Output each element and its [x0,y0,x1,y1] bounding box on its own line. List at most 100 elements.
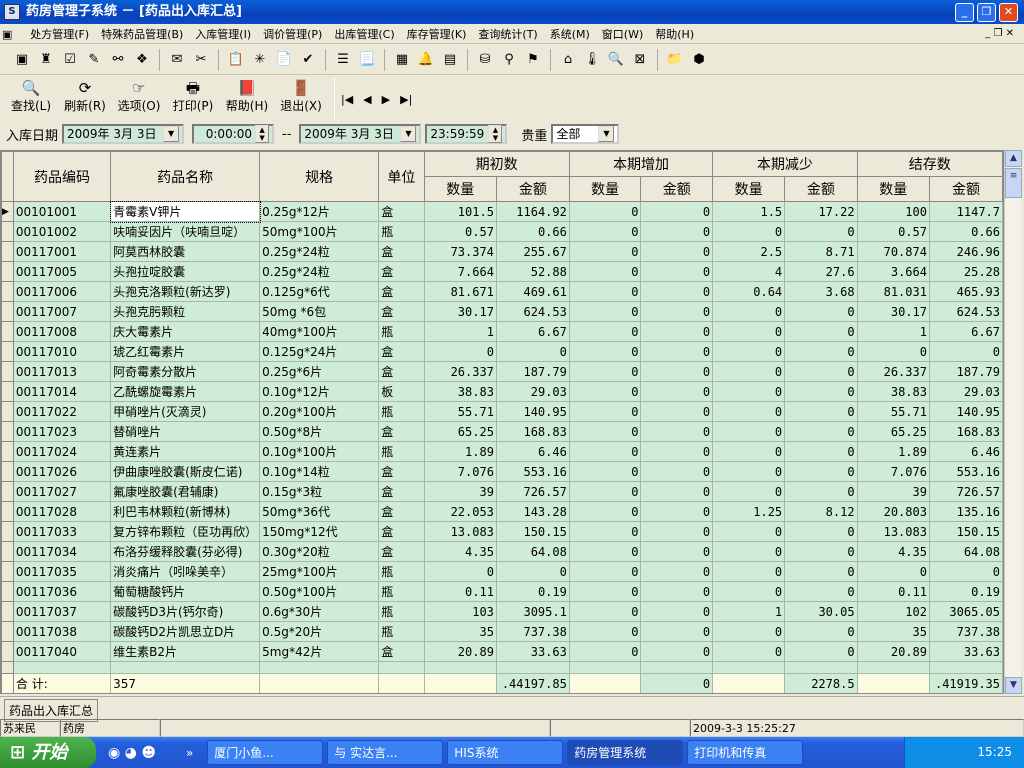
cell-add-amt[interactable]: 0 [640,301,714,322]
toolbar-button-icon[interactable]: ⛁ [475,50,495,70]
cell-unit[interactable]: 瓶 [378,221,425,242]
cell-unit[interactable]: 盒 [378,301,425,322]
toolbar-button-icon[interactable]: ⊠ [630,50,650,70]
spin-icon[interactable]: ▲ ▼ [488,125,503,143]
cell-sub-amt[interactable]: 0 [784,641,858,662]
toolbar-button-icon[interactable]: 🌡 [582,50,602,70]
cell-begin-qty[interactable]: 35 [423,621,497,642]
cell-begin-amt[interactable]: 1164.92 [495,201,570,222]
cell-sub-qty[interactable]: 0 [712,321,786,342]
scroll-down-icon[interactable]: ▼ [1005,677,1022,694]
cell-add-qty[interactable]: 0 [568,421,642,442]
cell-sub-amt[interactable]: 0 [784,441,858,462]
cell-add-amt[interactable]: 0 [640,201,714,222]
minimize-button[interactable]: _ [955,3,974,22]
cell-end-qty[interactable]: 35 [856,621,930,642]
row-indicator[interactable]: ▶ [1,201,14,222]
menu-item[interactable]: 查询统计(T) [472,25,543,45]
cell-add-amt[interactable]: 0 [640,481,714,502]
cell-begin-amt[interactable]: 150.15 [495,521,570,542]
row-indicator[interactable] [1,361,14,382]
cell-add-qty[interactable]: 0 [568,601,642,622]
cell-begin-qty[interactable]: 73.374 [423,241,497,262]
mdi-icon[interactable]: ▣ [0,25,14,45]
cell-begin-qty[interactable]: 103 [423,601,497,622]
menu-item[interactable]: 窗口(W) [596,25,649,45]
cell-add-amt[interactable]: 0 [640,621,714,642]
cell-spec[interactable]: 0.50g*8片 [259,421,380,442]
cell-end-qty[interactable]: 13.083 [856,521,930,542]
row-indicator[interactable] [1,241,14,262]
cell-name[interactable]: 庆大霉素片 [110,321,261,342]
cell-sub-qty[interactable]: 0 [712,361,786,382]
cell-code[interactable]: 00117035 [12,561,112,582]
dropdown-arrow-icon[interactable]: ▼ [163,126,180,142]
cell-end-qty[interactable]: 38.83 [856,381,930,402]
cell-begin-amt[interactable]: 0 [495,561,570,582]
row-indicator[interactable] [1,381,14,402]
cell-sub-qty[interactable]: 2.5 [712,241,786,262]
table-row[interactable]: 00117006 头孢克洛颗粒(新达罗) 0.125g*6代盒 81.671 469.6… [1,281,1003,302]
cell-code[interactable]: 00117027 [12,481,112,502]
toolbar-button[interactable]: 🔍 查找(L) [4,79,58,120]
taskbar-button[interactable]: 打印机和传真 [687,740,804,765]
cell-begin-qty[interactable]: 7.664 [423,261,497,282]
taskbar-button[interactable]: 与 实达言... [327,740,444,765]
cell-code[interactable]: 00117028 [12,501,112,522]
row-indicator[interactable] [1,481,14,502]
cell-end-qty[interactable]: 81.031 [856,281,930,302]
cell-end-amt[interactable]: 25.28 [928,261,1003,282]
cell-sub-qty[interactable]: 0 [712,541,786,562]
cell-end-amt[interactable]: 553.16 [928,461,1003,482]
cell-add-amt[interactable]: 0 [640,321,714,342]
toolbar-button[interactable]: 🖶 打印(P) [166,79,220,120]
row-indicator[interactable] [1,521,14,542]
cell-code[interactable]: 00117037 [12,601,112,622]
cell-begin-amt[interactable]: 64.08 [495,541,570,562]
row-indicator[interactable] [1,541,14,562]
cell-sub-amt[interactable]: 0 [784,361,858,382]
row-indicator[interactable] [1,281,14,302]
cell-begin-qty[interactable]: 13.083 [423,521,497,542]
cell-unit[interactable]: 瓶 [378,621,425,642]
cell-sub-qty[interactable]: 0 [712,521,786,542]
cell-unit[interactable]: 瓶 [378,581,425,602]
cell-sub-amt[interactable]: 0 [784,221,858,242]
toolbar-button-icon[interactable]: ⚲ [499,50,519,70]
cell-spec[interactable]: 40mg*100片 [259,321,380,342]
cell-begin-amt[interactable]: 3095.1 [495,601,570,622]
cell-begin-qty[interactable]: 1.89 [423,441,497,462]
cell-code[interactable]: 00117040 [12,641,112,662]
menu-item[interactable]: 特殊药品管理(B) [95,25,189,45]
cell-begin-qty[interactable]: 0 [423,561,497,582]
mdi-controls[interactable]: _ ❐ ✕ [979,24,1020,44]
col-header-amount[interactable]: 金额 [784,176,858,202]
scroll-thumb[interactable]: ≡ [1005,168,1022,198]
cell-sub-amt[interactable]: 0 [784,401,858,422]
row-indicator[interactable] [1,301,14,322]
cell-spec[interactable]: 0.10g*14粒 [259,461,380,482]
cell-begin-amt[interactable]: 0.19 [495,581,570,602]
cell-name[interactable]: 青霉素V钾片 [109,200,261,223]
cell-end-amt[interactable]: 33.63 [928,641,1003,662]
cell-code[interactable]: 00117014 [12,381,112,402]
cell-code[interactable]: 00101002 [12,221,112,242]
cell-spec[interactable]: 0.10g*100片 [259,441,380,462]
row-indicator[interactable] [1,501,14,522]
row-indicator[interactable] [1,321,14,342]
cell-end-qty[interactable]: 0.57 [856,221,930,242]
cell-end-qty[interactable]: 3.664 [856,261,930,282]
cell-begin-qty[interactable]: 0.11 [423,581,497,602]
cell-sub-amt[interactable]: 0 [784,561,858,582]
cell-add-qty[interactable]: 0 [568,281,642,302]
cell-begin-qty[interactable]: 101.5 [423,201,497,222]
cell-add-qty[interactable]: 0 [568,541,642,562]
cell-end-amt[interactable]: 6.46 [928,441,1003,462]
cell-end-qty[interactable]: 39 [856,481,930,502]
cell-code[interactable]: 00117022 [12,401,112,422]
cell-code[interactable]: 00117023 [12,421,112,442]
cell-code[interactable]: 00117007 [12,301,112,322]
cell-begin-qty[interactable]: 20.89 [423,641,497,662]
cell-add-qty[interactable]: 0 [568,381,642,402]
cell-sub-amt[interactable]: 0 [784,481,858,502]
